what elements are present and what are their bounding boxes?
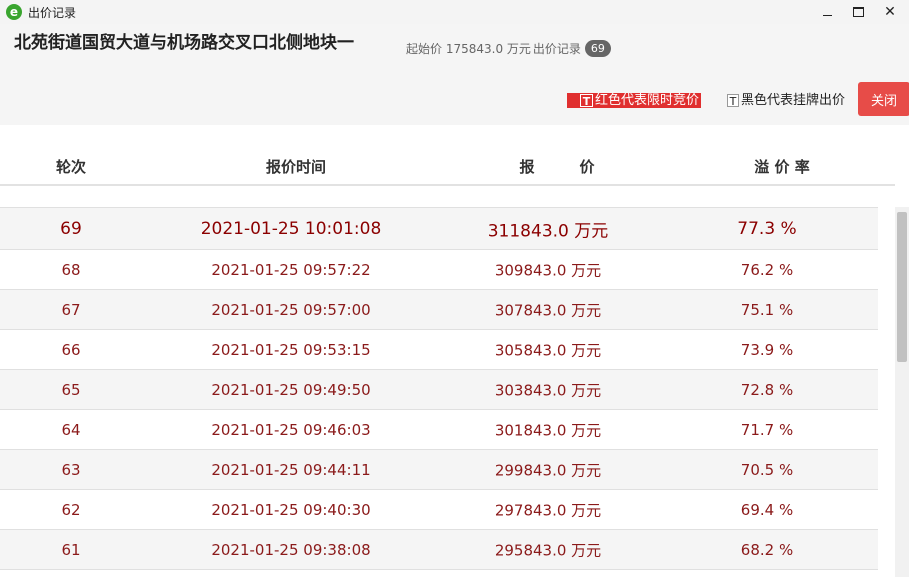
table-header: 轮次 报价时间 报 价 溢 价 率 (0, 125, 895, 184)
table-row: 63 2021-01-25 09:44:11 299843.0 万元 70.5 … (0, 450, 878, 490)
legend-timed-bidding: T 红色代表限时竞价 (567, 93, 702, 108)
price-cell: 301843.0 万元 (494, 421, 602, 439)
table-row: 65 2021-01-25 09:49:50 303843.0 万元 72.8 … (0, 370, 878, 410)
page-title: 北苑街道国贸大道与机场路交叉口北侧地块一 (14, 33, 354, 53)
close-icon: ✕ (884, 4, 896, 20)
premium-cell: 73.9 % (740, 340, 794, 359)
app-logo-icon: e (6, 4, 22, 20)
window-titlebar: e 出价记录 ✕ (0, 0, 909, 24)
window-close-button[interactable]: ✕ (875, 0, 905, 24)
minimize-icon (822, 14, 832, 16)
premium-cell: 72.8 % (740, 380, 794, 399)
legend-listing-bid-label: 黑色代表挂牌出价 (741, 93, 846, 108)
bid-record-label: 出价记录 (532, 42, 581, 56)
price-cell: 297843.0 万元 (494, 501, 602, 519)
price-cell: 309843.0 万元 (494, 261, 602, 279)
price-cell: 307843.0 万元 (494, 301, 602, 319)
premium-cell: 69.4 % (740, 500, 794, 519)
time-cell: 2021-01-25 09:44:11 (211, 460, 371, 479)
scrollbar-thumb[interactable] (897, 212, 907, 362)
bid-count-badge: 69 (584, 40, 611, 57)
legend-timed-bidding-label: 红色代表限时竞价 (595, 93, 700, 108)
round-cell: 68 (61, 260, 81, 279)
premium-cell: 71.7 % (740, 420, 794, 439)
premium-cell: 68.2 % (740, 540, 794, 559)
round-cell: 63 (61, 460, 81, 479)
table-row: 66 2021-01-25 09:53:15 305843.0 万元 73.9 … (0, 330, 878, 370)
vertical-scrollbar[interactable] (895, 207, 909, 577)
time-cell: 2021-01-25 09:57:22 (211, 260, 371, 279)
window-title: 出价记录 (28, 6, 77, 20)
close-button[interactable]: 关闭 (858, 82, 909, 116)
minimize-button[interactable] (812, 0, 842, 24)
table-row: 68 2021-01-25 09:57:22 309843.0 万元 76.2 … (0, 250, 878, 290)
premium-cell: 75.1 % (740, 300, 794, 319)
time-cell: 2021-01-25 09:57:00 (211, 300, 371, 319)
t-icon: T (580, 94, 593, 108)
column-header-time: 报价时间 (265, 158, 327, 176)
premium-cell: 70.5 % (740, 460, 794, 479)
table-row: 67 2021-01-25 09:57:00 307843.0 万元 75.1 … (0, 290, 878, 330)
round-cell: 64 (61, 420, 81, 439)
column-header-round: 轮次 (55, 158, 87, 176)
premium-cell: 76.2 % (740, 260, 794, 279)
round-cell: 66 (61, 340, 81, 359)
time-cell: 2021-01-25 09:46:03 (211, 420, 371, 439)
record-header: 北苑街道国贸大道与机场路交叉口北侧地块一 起始价 175843.0 万元 出价记… (0, 24, 909, 125)
bid-summary: 起始价 175843.0 万元 出价记录 69 (406, 40, 611, 57)
premium-cell: 77.3 % (737, 218, 797, 239)
price-cell: 299843.0 万元 (494, 461, 602, 479)
time-cell: 2021-01-25 09:40:30 (211, 500, 371, 519)
price-cell: 305843.0 万元 (494, 341, 602, 359)
table-row: 62 2021-01-25 09:40:30 297843.0 万元 69.4 … (0, 490, 878, 530)
t-icon: T (727, 94, 739, 108)
round-cell: 62 (61, 500, 81, 519)
column-header-premium: 溢 价 率 (754, 158, 810, 176)
bid-table-body: 69 2021-01-25 10:01:08 311843.0 万元 77.3 … (0, 207, 878, 570)
price-cell: 311843.0 万元 (487, 221, 609, 241)
price-cell: 295843.0 万元 (494, 541, 602, 559)
round-cell: 65 (61, 380, 81, 399)
table-row: 69 2021-01-25 10:01:08 311843.0 万元 77.3 … (0, 207, 878, 250)
start-price: 起始价 175843.0 万元 (406, 42, 531, 56)
price-cell: 303843.0 万元 (494, 381, 602, 399)
time-cell: 2021-01-25 09:49:50 (211, 380, 371, 399)
round-cell: 61 (61, 540, 81, 559)
legend-listing-bid: T 黑色代表挂牌出价 (727, 93, 845, 108)
maximize-button[interactable] (843, 0, 873, 24)
time-cell: 2021-01-25 09:38:08 (211, 540, 371, 559)
time-cell: 2021-01-25 10:01:08 (200, 218, 382, 239)
time-cell: 2021-01-25 09:53:15 (211, 340, 371, 359)
round-cell: 67 (61, 300, 81, 319)
table-row: 61 2021-01-25 09:38:08 295843.0 万元 68.2 … (0, 530, 878, 570)
round-cell: 69 (60, 218, 82, 239)
table-row: 64 2021-01-25 09:46:03 301843.0 万元 71.7 … (0, 410, 878, 450)
header-divider (0, 184, 895, 186)
maximize-icon (852, 7, 864, 17)
column-header-price: 报 价 (519, 158, 595, 176)
